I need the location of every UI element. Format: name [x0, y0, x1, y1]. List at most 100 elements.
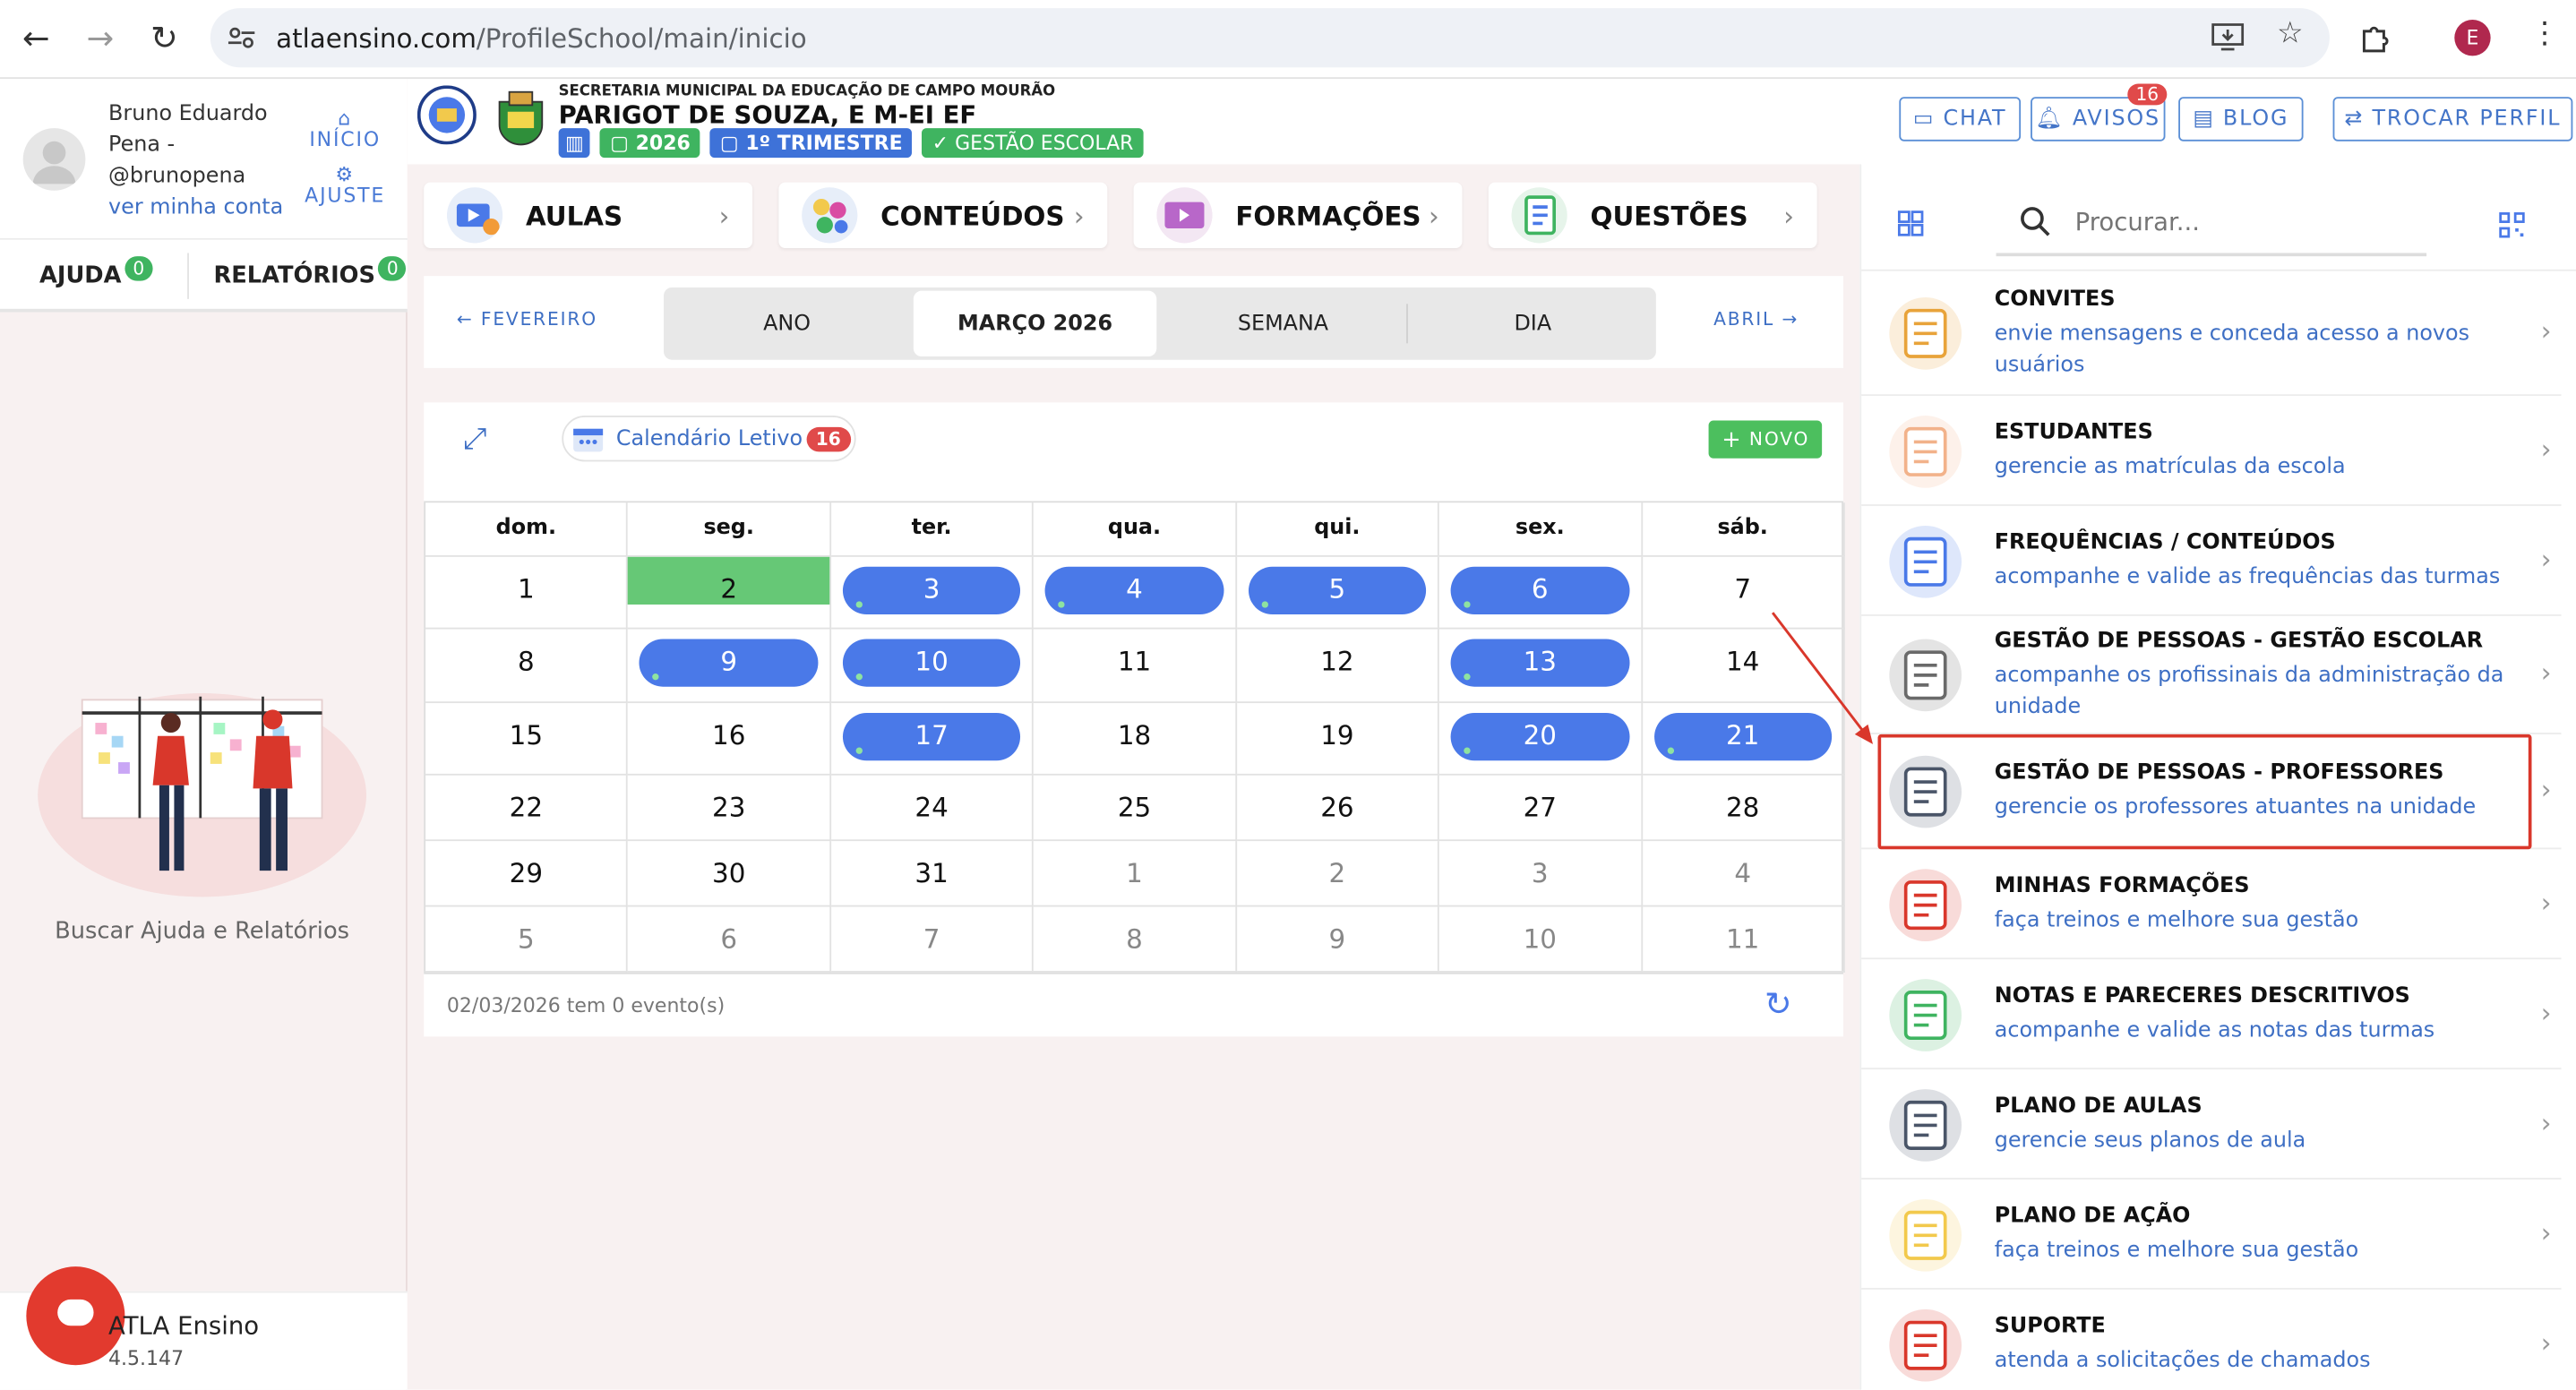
feature-description: atenda a solicitações de chamados: [1994, 1347, 2371, 1373]
search-box[interactable]: [1996, 191, 2427, 257]
browser-menu-icon[interactable]: ⋮: [2530, 16, 2560, 51]
qr-code-icon[interactable]: [2499, 212, 2525, 238]
calendar-day[interactable]: 17: [830, 703, 1035, 776]
feature-item[interactable]: NOTAS E PARECERES DESCRITIVOS acompanhe e…: [1861, 959, 2562, 1070]
calendar-day[interactable]: 3: [830, 556, 1035, 630]
calendar-day[interactable]: 10: [830, 629, 1035, 704]
blog-button[interactable]: ▤ BLOG: [2178, 97, 2304, 142]
calendar-day[interactable]: 19: [1236, 703, 1439, 776]
calendar-day[interactable]: 14: [1642, 629, 1845, 704]
calendar-day[interactable]: 11: [1034, 629, 1237, 704]
calendar-day[interactable]: 6: [628, 906, 831, 973]
refresh-icon[interactable]: ↻: [1765, 984, 1792, 1024]
reload-icon[interactable]: ↻: [142, 15, 187, 61]
chat-button[interactable]: ▭ CHAT: [1899, 97, 2022, 142]
calendar-day[interactable]: 22: [425, 775, 629, 842]
view-dia[interactable]: DIA: [1410, 287, 1656, 360]
calendar-day[interactable]: 28: [1642, 775, 1845, 842]
chevron-right-icon: ›: [2540, 773, 2552, 805]
year-pill[interactable]: ▢ 2026: [600, 128, 700, 159]
calendar-day[interactable]: 7: [1642, 556, 1845, 630]
search-input[interactable]: [2074, 207, 2404, 237]
view-mes[interactable]: MARÇO 2026: [913, 290, 1157, 357]
tab-ajuda[interactable]: AJUDA 0: [39, 240, 153, 313]
calendar-day[interactable]: 24: [830, 775, 1035, 842]
calendar-day[interactable]: 10: [1439, 906, 1643, 973]
calendar-day[interactable]: 1: [425, 556, 629, 630]
inicio-button[interactable]: ⌂ INÍCIO: [299, 108, 391, 151]
calendar-day[interactable]: 1: [1034, 841, 1237, 907]
feature-item[interactable]: PLANO DE AÇÃO faça treinos e melhore sua …: [1861, 1180, 2562, 1290]
calendar-day[interactable]: 12: [1236, 629, 1439, 704]
calendar-day[interactable]: 4: [1642, 841, 1845, 907]
day-number: 22: [509, 792, 544, 823]
calendar-day[interactable]: 27: [1439, 775, 1643, 842]
calendar-day[interactable]: 25: [1034, 775, 1237, 842]
avisos-button[interactable]: 🔔︎ AVISOS 16: [2031, 83, 2168, 142]
calendar-day[interactable]: 3: [1439, 841, 1643, 907]
tab-conteudos[interactable]: CONTEÚDOS ›: [778, 182, 1108, 248]
ajuste-button[interactable]: ⚙ AJUSTE: [299, 164, 391, 207]
tab-questoes[interactable]: QUESTÕES ›: [1488, 182, 1817, 248]
calendar-day[interactable]: 9: [628, 629, 831, 704]
site-settings-icon[interactable]: [227, 25, 256, 51]
calendar-day[interactable]: 9: [1236, 906, 1439, 973]
calendar-day[interactable]: 18: [1034, 703, 1237, 776]
view-semana[interactable]: SEMANA: [1160, 287, 1406, 360]
user-avatar[interactable]: [22, 128, 86, 191]
view-semana-label: SEMANA: [1237, 311, 1329, 337]
calendar-day[interactable]: 15: [425, 703, 629, 776]
tab-formacoes[interactable]: FORMAÇÕES ›: [1133, 182, 1463, 248]
calendar-day[interactable]: 5: [425, 906, 629, 973]
calendar-day[interactable]: 26: [1236, 775, 1439, 842]
account-link[interactable]: ver minha conta: [108, 193, 283, 224]
calendar-day[interactable]: 20: [1439, 703, 1643, 776]
feature-item[interactable]: FREQUÊNCIAS / CONTEÚDOS acompanhe e valid…: [1861, 506, 2562, 616]
calendar-day[interactable]: 7: [830, 906, 1035, 973]
feature-item[interactable]: GESTÃO DE PESSOAS - GESTÃO ESCOLAR acompa…: [1861, 616, 2562, 734]
feature-item[interactable]: ESTUDANTES gerencie as matrículas da esco…: [1861, 396, 2562, 506]
feature-item[interactable]: SUPORTE atenda a solicitações de chamados…: [1861, 1290, 2561, 1390]
calendar-day[interactable]: 30: [628, 841, 831, 907]
calendar-day[interactable]: 16: [628, 703, 831, 776]
tab-aulas[interactable]: AULAS ›: [424, 182, 753, 248]
view-ano[interactable]: ANO: [664, 287, 910, 360]
calendar-selector[interactable]: Calendário Letivo 16: [562, 416, 856, 462]
feature-item[interactable]: PLANO DE AULAS gerencie seus planos de au…: [1861, 1069, 2562, 1180]
extensions-icon[interactable]: [2359, 21, 2392, 55]
tab-conteudos-label: CONTEÚDOS: [880, 199, 1065, 231]
term-pill[interactable]: ▢ 1º TRIMESTRE: [709, 128, 913, 159]
calendar-day[interactable]: 2: [628, 556, 831, 630]
calendar-day[interactable]: 5: [1236, 556, 1439, 630]
bookmark-star-icon[interactable]: ☆: [2277, 16, 2304, 51]
trocar-perfil-button[interactable]: ⇄ TROCAR PERFIL: [2332, 97, 2573, 142]
calendar-day[interactable]: 2: [1236, 841, 1439, 907]
stats-chart-icon[interactable]: ▥: [558, 128, 591, 159]
install-app-icon[interactable]: [2211, 23, 2245, 53]
calendar-day[interactable]: 8: [1034, 906, 1237, 973]
expand-icon[interactable]: ⤢: [463, 422, 486, 457]
calendar-day[interactable]: 8: [425, 629, 629, 704]
role-pill[interactable]: ✓ GESTÃO ESCOLAR: [922, 128, 1144, 159]
calendar-day[interactable]: 31: [830, 841, 1035, 907]
calendar-day[interactable]: 6: [1439, 556, 1643, 630]
grid-view-icon[interactable]: [1897, 210, 1924, 236]
event-dot: [1058, 601, 1066, 608]
calendar-day[interactable]: 23: [628, 775, 831, 842]
calendar-day[interactable]: 13: [1439, 629, 1643, 704]
calendar-day[interactable]: 11: [1642, 906, 1845, 973]
forward-icon[interactable]: →: [77, 15, 123, 61]
profile-avatar[interactable]: E: [2454, 20, 2491, 56]
feature-item[interactable]: MINHAS FORMAÇÕES faça treinos e melhore s…: [1861, 849, 2562, 960]
calendar-day[interactable]: 4: [1034, 556, 1237, 630]
formacoes-icon: [1156, 187, 1213, 244]
next-month-button[interactable]: ABRIL →: [1713, 309, 1799, 330]
prev-month-button[interactable]: ← FEVEREIRO: [457, 309, 597, 330]
calendar-day[interactable]: 29: [425, 841, 629, 907]
address-bar[interactable]: atlaensino.com/ProfileSchool/main/inicio…: [210, 8, 2330, 68]
new-event-button[interactable]: + NOVO: [1708, 420, 1823, 459]
calendar-day[interactable]: 21: [1642, 703, 1845, 776]
tab-relatorios[interactable]: RELATÓRIOS 0: [213, 240, 407, 313]
back-icon[interactable]: ←: [13, 15, 59, 61]
feature-item[interactable]: CONVITES envie mensagens e conceda acesso…: [1861, 271, 2562, 397]
